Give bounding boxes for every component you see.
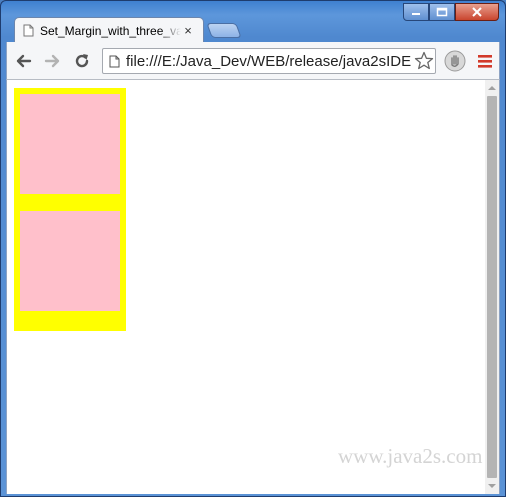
watermark: www.java2s.com: [338, 444, 483, 468]
minimize-button[interactable]: [403, 3, 429, 21]
menu-button[interactable]: [475, 51, 495, 71]
triangle-down-icon: [488, 484, 496, 488]
vertical-scrollbar[interactable]: [485, 80, 499, 494]
tab-title: Set_Margin_with_three_values: [40, 23, 181, 38]
maximize-button[interactable]: [429, 3, 455, 21]
address-bar[interactable]: file:///E:/Java_Dev/WEB/release/java2sID…: [102, 48, 436, 74]
maximize-icon: [436, 7, 448, 17]
toolbar: file:///E:/Java_Dev/WEB/release/java2sID…: [6, 42, 500, 80]
back-button[interactable]: [13, 51, 33, 71]
bookmark-star-button[interactable]: [413, 50, 435, 72]
window-controls: [403, 3, 499, 21]
minimize-icon: [412, 13, 420, 15]
arrow-right-icon: [44, 54, 60, 68]
extension-button[interactable]: [444, 50, 466, 72]
hamburger-menu-icon: [478, 55, 492, 68]
scroll-up-button[interactable]: [485, 81, 499, 95]
close-icon: [472, 7, 482, 17]
url-text[interactable]: file:///E:/Java_Dev/WEB/release/java2sID…: [126, 53, 413, 70]
outer-container-box: [14, 88, 126, 331]
hand-icon: [444, 50, 466, 72]
page-content: www.java2s.com: [6, 80, 500, 494]
inner-box-1: [20, 94, 120, 194]
browser-window: Set_Margin_with_three_values × file:///E…: [0, 0, 506, 497]
arrow-left-icon: [16, 54, 32, 68]
reload-icon: [75, 54, 89, 68]
page-icon: [109, 55, 120, 67]
browser-tab[interactable]: Set_Margin_with_three_values ×: [14, 17, 204, 43]
tab-close-button[interactable]: ×: [181, 23, 195, 38]
page-icon: [23, 24, 34, 37]
star-icon: [414, 51, 434, 70]
forward-button[interactable]: [43, 51, 63, 71]
new-tab-button[interactable]: [206, 23, 242, 38]
close-window-button[interactable]: [455, 3, 499, 21]
scroll-down-button[interactable]: [485, 479, 499, 493]
scrollbar-thumb[interactable]: [487, 96, 497, 478]
triangle-up-icon: [488, 86, 496, 90]
inner-box-2: [20, 211, 120, 311]
reload-button[interactable]: [72, 51, 92, 71]
